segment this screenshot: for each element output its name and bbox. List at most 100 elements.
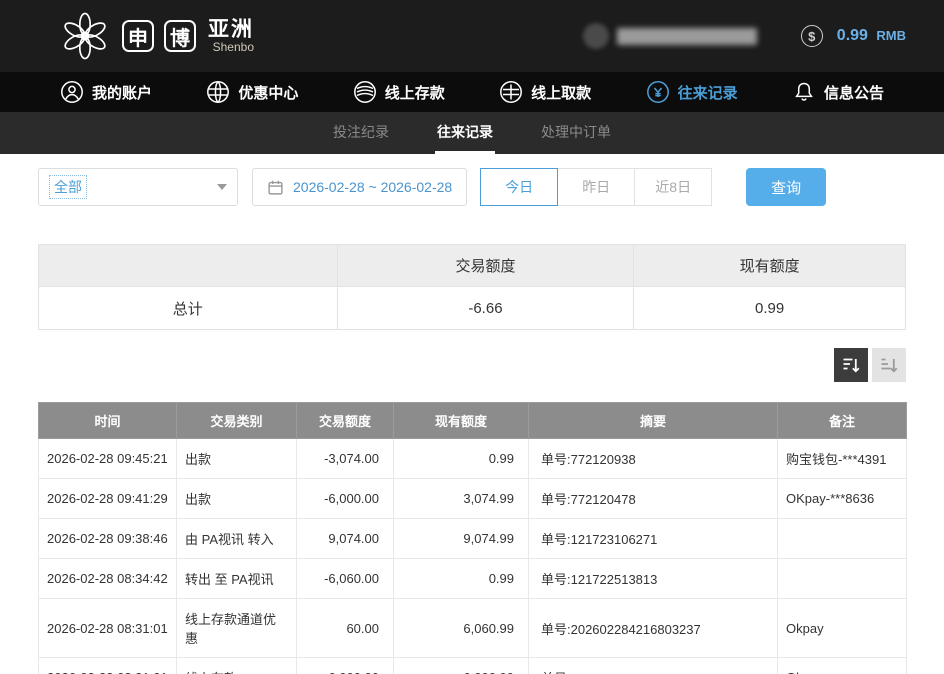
summary-total-transaction: -6.66 xyxy=(337,287,634,330)
tab-betting-records[interactable]: 投注纪录 xyxy=(331,112,391,154)
table-row: 2026-02-28 09:45:21出款-3,074.000.99单号:772… xyxy=(39,439,907,479)
summary-table: 交易额度 现有额度 总计 -6.66 0.99 xyxy=(38,244,906,330)
nav-item-promotions[interactable]: 优惠中心 xyxy=(206,80,298,104)
date-range-value: 2026-02-28 ~ 2026-02-28 xyxy=(293,179,452,195)
cell-time: 2026-02-28 08:31:01 xyxy=(39,599,177,658)
cell-type: 线上存款 xyxy=(177,658,297,674)
summary-total-balance: 0.99 xyxy=(634,287,906,330)
cell-amount: 6,000.00 xyxy=(297,658,394,674)
top-header: 申 博 亚洲 Shenbo $ 0.99 RMB xyxy=(0,0,944,72)
cell-time: 2026-02-28 09:45:21 xyxy=(39,439,177,479)
search-button[interactable]: 查询 xyxy=(746,168,826,206)
cell-balance: 6,060.99 xyxy=(394,599,529,658)
main-nav: 我的账户 优惠中心 线上存款 线上取款 往来记录 信息公告 xyxy=(0,72,944,112)
logo-char-bo: 博 xyxy=(164,20,196,52)
nav-item-withdraw[interactable]: 线上取款 xyxy=(499,80,591,104)
coin-withdraw-icon xyxy=(499,80,523,104)
bell-icon xyxy=(792,80,816,104)
cell-balance: 9,074.99 xyxy=(394,519,529,559)
cell-balance: 6,000.99 xyxy=(394,658,529,674)
nav-label: 线上存款 xyxy=(385,82,445,103)
quick-range-group: 今日 昨日 近8日 xyxy=(481,168,712,206)
cell-summary: 单号:121723106271 xyxy=(529,519,778,559)
chevron-down-icon xyxy=(217,184,227,190)
cell-note xyxy=(778,519,907,559)
cell-note: Okpay xyxy=(778,658,907,674)
nav-label: 往来记录 xyxy=(678,82,738,103)
tab-processing-orders[interactable]: 处理中订单 xyxy=(539,112,613,154)
username-redacted xyxy=(617,28,757,45)
cell-note: Okpay xyxy=(778,599,907,658)
logo-region-wrap: 亚洲 Shenbo xyxy=(208,19,254,54)
header-right: $ 0.99 RMB xyxy=(583,23,906,49)
nav-item-announcements[interactable]: 信息公告 xyxy=(792,80,884,104)
cell-amount: -6,060.00 xyxy=(297,559,394,599)
date-range-input[interactable]: 2026-02-28 ~ 2026-02-28 xyxy=(252,168,467,206)
table-row: 2026-02-28 08:34:42转出 至 PA视讯-6,060.000.9… xyxy=(39,559,907,599)
cell-summary: 单号:202602284216803237 xyxy=(529,658,778,674)
summary-balance-header: 现有额度 xyxy=(634,245,906,287)
cell-amount: 60.00 xyxy=(297,599,394,658)
cell-balance: 0.99 xyxy=(394,559,529,599)
globe-icon xyxy=(206,80,230,104)
cell-type: 线上存款通道优惠 xyxy=(177,599,297,658)
header-summary: 摘要 xyxy=(529,403,778,439)
table-row: 2026-02-28 09:38:46由 PA视讯 转入9,074.009,07… xyxy=(39,519,907,559)
logo-brand-en: Shenbo xyxy=(208,41,254,54)
cell-balance: 3,074.99 xyxy=(394,479,529,519)
cell-type: 出款 xyxy=(177,439,297,479)
flower-logo-icon xyxy=(58,9,112,63)
cell-time: 2026-02-28 08:31:01 xyxy=(39,658,177,674)
user-icon xyxy=(60,80,84,104)
cell-note: OKpay-***8636 xyxy=(778,479,907,519)
transactions-table: 时间 交易类别 交易额度 现有额度 摘要 备注 2026-02-28 09:45… xyxy=(38,402,907,674)
sort-ascending-button[interactable] xyxy=(872,348,906,382)
balance-currency: RMB xyxy=(876,28,906,43)
nav-item-my-account[interactable]: 我的账户 xyxy=(60,80,152,104)
summary-empty-header xyxy=(39,245,338,287)
header-balance: 现有额度 xyxy=(394,403,529,439)
cell-type: 由 PA视讯 转入 xyxy=(177,519,297,559)
today-button[interactable]: 今日 xyxy=(480,168,558,206)
table-header-row: 时间 交易类别 交易额度 现有额度 摘要 备注 xyxy=(39,403,907,439)
sort-descending-button[interactable] xyxy=(834,348,868,382)
cell-amount: 9,074.00 xyxy=(297,519,394,559)
calendar-icon xyxy=(267,179,284,196)
nav-label: 线上取款 xyxy=(531,82,591,103)
balance-amount: 0.99 xyxy=(837,27,868,44)
sort-ascending-icon xyxy=(879,355,899,375)
yesterday-button[interactable]: 昨日 xyxy=(557,168,635,206)
sub-nav: 投注纪录 往来记录 处理中订单 xyxy=(0,112,944,154)
record-icon xyxy=(646,80,670,104)
table-row: 2026-02-28 08:31:01线上存款6,000.006,000.99单… xyxy=(39,658,907,674)
nav-item-records[interactable]: 往来记录 xyxy=(646,80,738,104)
tab-transaction-records[interactable]: 往来记录 xyxy=(435,112,495,154)
avatar xyxy=(583,23,609,49)
transactions-tbody: 2026-02-28 09:45:21出款-3,074.000.99单号:772… xyxy=(39,439,907,674)
dollar-icon: $ xyxy=(801,25,823,47)
type-select[interactable]: 全部 xyxy=(38,168,238,206)
cell-note xyxy=(778,559,907,599)
cell-summary: 单号:772120938 xyxy=(529,439,778,479)
cell-amount: -3,074.00 xyxy=(297,439,394,479)
cell-amount: -6,000.00 xyxy=(297,479,394,519)
logo-char-shen: 申 xyxy=(122,20,154,52)
nav-label: 优惠中心 xyxy=(238,82,298,103)
cell-type: 转出 至 PA视讯 xyxy=(177,559,297,599)
cell-summary: 单号:202602284216803237 xyxy=(529,599,778,658)
user-info[interactable] xyxy=(583,23,757,49)
summary-total-label: 总计 xyxy=(39,287,338,330)
filter-bar: 全部 2026-02-28 ~ 2026-02-28 今日 昨日 近8日 查询 xyxy=(38,168,906,206)
cell-time: 2026-02-28 09:41:29 xyxy=(39,479,177,519)
logo-region: 亚洲 xyxy=(208,19,254,41)
header-type: 交易类别 xyxy=(177,403,297,439)
brand-logo[interactable]: 申 博 亚洲 Shenbo xyxy=(58,9,254,63)
last8days-button[interactable]: 近8日 xyxy=(634,168,712,206)
sort-descending-icon xyxy=(841,355,861,375)
cell-summary: 单号:772120478 xyxy=(529,479,778,519)
header-note: 备注 xyxy=(778,403,907,439)
table-row: 2026-02-28 08:31:01线上存款通道优惠60.006,060.99… xyxy=(39,599,907,658)
nav-item-deposit[interactable]: 线上存款 xyxy=(353,80,445,104)
header-amount: 交易额度 xyxy=(297,403,394,439)
cell-time: 2026-02-28 09:38:46 xyxy=(39,519,177,559)
